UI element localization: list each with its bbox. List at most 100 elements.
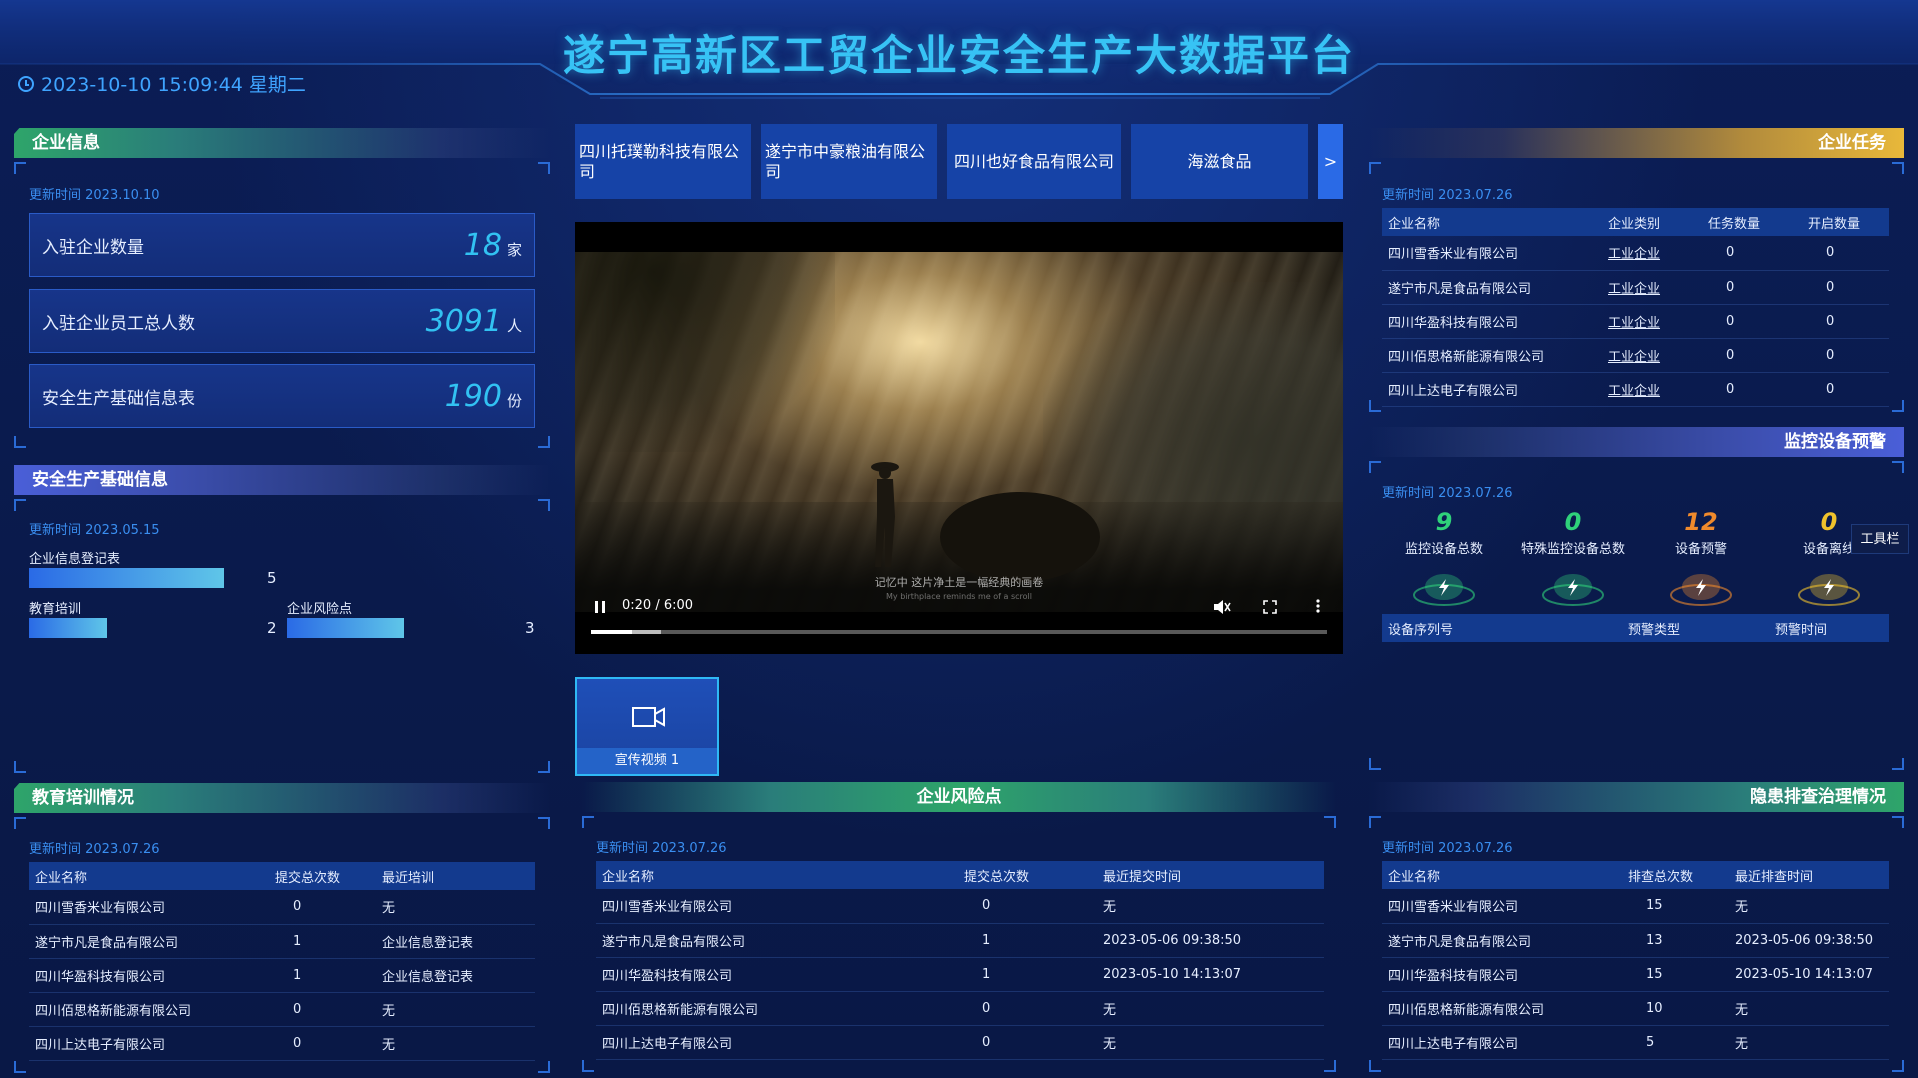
col-warning-time: 预警时间 xyxy=(1769,614,1889,642)
table-cell: 0 xyxy=(1802,236,1889,271)
table-row[interactable]: 四川华盈科技有限公司 15 2023-05-10 14:13:07 xyxy=(1382,957,1889,992)
tabs-next-button[interactable]: > xyxy=(1318,124,1343,199)
table-cell: 2023-05-10 14:13:07 xyxy=(1729,957,1889,992)
company-tab-3[interactable]: 四川也好食品有限公司 xyxy=(947,124,1121,199)
stat-unit: 家 xyxy=(506,240,522,259)
table-row[interactable]: 四川华盈科技有限公司 1 企业信息登记表 xyxy=(29,958,535,993)
table-row[interactable]: 四川雪香米业有限公司 0 无 xyxy=(596,889,1324,924)
table-row[interactable]: 四川上达电子有限公司 0 无 xyxy=(596,1025,1324,1060)
table-cell[interactable]: 工业企业 xyxy=(1602,338,1702,373)
fullscreen-icon[interactable] xyxy=(1263,600,1277,614)
bar-label-education: 教育培训 xyxy=(29,602,82,617)
hazard-title: 隐患排查治理情况 xyxy=(1369,782,1904,812)
table-cell: 0 xyxy=(269,992,376,1027)
table-cell: 四川佰思格新能源有限公司 xyxy=(29,992,269,1027)
table-row[interactable]: 四川华盈科技有限公司 工业企业 0 0 xyxy=(1382,304,1889,339)
video-thumbnail-1[interactable]: 宣传视频 1 xyxy=(575,677,719,776)
col-device-serial: 设备序列号 xyxy=(1382,614,1622,642)
datetime-text: 2023-10-10 15:09:44 星期二 xyxy=(41,74,306,96)
table-row[interactable]: 四川佰思格新能源有限公司 10 无 xyxy=(1382,991,1889,1026)
bar-risk[interactable] xyxy=(287,618,404,638)
hazard-panel: 隐患排查治理情况 更新时间 2023.07.26 企业名称 排查总次数 最近排查… xyxy=(1369,782,1904,1072)
table-row[interactable]: 四川华盈科技有限公司 1 2023-05-10 14:13:07 xyxy=(596,957,1324,992)
video-progress-bar[interactable] xyxy=(591,630,1327,634)
table-cell[interactable]: 工业企业 xyxy=(1602,372,1702,407)
more-options-icon[interactable] xyxy=(1315,598,1321,614)
stat-label: 入驻企业员工总人数 xyxy=(42,313,195,334)
company-tab-1[interactable]: 四川托璞勒科技有限公司 xyxy=(575,124,751,199)
table-row[interactable]: 四川佰思格新能源有限公司 0 无 xyxy=(29,992,535,1027)
table-cell: 遂宁市凡是食品有限公司 xyxy=(1382,923,1622,958)
table-row[interactable]: 四川雪香米业有限公司 15 无 xyxy=(1382,889,1889,924)
col-task-count: 任务数量 xyxy=(1702,208,1802,236)
pause-icon[interactable] xyxy=(593,600,607,614)
education-title: 教育培训情况 xyxy=(14,783,550,813)
stat-card-safety-forms[interactable]: 安全生产基础信息表 190 份 xyxy=(29,364,535,428)
table-cell[interactable]: 工业企业 xyxy=(1602,236,1702,271)
bar-label-risk: 企业风险点 xyxy=(287,602,353,617)
monitor-device-icon xyxy=(1798,574,1860,606)
bar-value-education: 2 xyxy=(267,619,277,637)
table-row[interactable]: 四川雪香米业有限公司 工业企业 0 0 xyxy=(1382,236,1889,271)
table-cell: 0 xyxy=(1802,372,1889,407)
monitor-stat[interactable]: 9 监控设备总数 xyxy=(1380,508,1508,607)
table-row[interactable]: 遂宁市凡是食品有限公司 1 2023-05-06 09:38:50 xyxy=(596,923,1324,958)
video-subtitle: 记忆中 这片净土是一幅经典的画卷 xyxy=(874,576,1044,589)
company-tab-4[interactable]: 海滋食品 xyxy=(1131,124,1308,199)
enterprise-info-title: 企业信息 xyxy=(14,128,550,158)
monitor-stat-label: 监控设备总数 xyxy=(1404,542,1483,557)
table-cell: 13 xyxy=(1622,923,1729,958)
table-cell: 0 xyxy=(958,991,1097,1026)
toolbar-tag[interactable]: 工具栏 xyxy=(1851,524,1909,554)
bar-registration[interactable] xyxy=(29,568,224,588)
col-open-count: 开启数量 xyxy=(1802,208,1889,236)
table-cell[interactable]: 工业企业 xyxy=(1602,270,1702,305)
monitor-stat[interactable]: 0 特殊监控设备总数 xyxy=(1509,508,1637,607)
table-row[interactable]: 遂宁市凡是食品有限公司 13 2023-05-06 09:38:50 xyxy=(1382,923,1889,958)
table-row[interactable]: 四川上达电子有限公司 工业企业 0 0 xyxy=(1382,372,1889,407)
monitor-stat[interactable]: 12 设备预警 xyxy=(1637,508,1765,607)
table-cell: 1 xyxy=(269,924,376,959)
table-cell: 无 xyxy=(376,890,535,925)
company-tab-2[interactable]: 遂宁市中豪粮油有限公司 xyxy=(761,124,937,199)
stat-card-enterprise-count[interactable]: 入驻企业数量 18 家 xyxy=(29,213,535,277)
datetime: 2023-10-10 15:09:44 星期二 xyxy=(18,70,306,97)
updated-time: 更新时间 2023.07.26 xyxy=(1382,486,1513,501)
table-cell: 四川上达电子有限公司 xyxy=(1382,1025,1622,1060)
table-cell: 2023-05-10 14:13:07 xyxy=(1097,957,1324,992)
table-cell: 四川雪香米业有限公司 xyxy=(1382,889,1622,924)
bar-label-registration: 企业信息登记表 xyxy=(29,552,121,567)
table-row[interactable]: 四川雪香米业有限公司 0 无 xyxy=(29,890,535,925)
stat-label: 入驻企业数量 xyxy=(42,237,144,258)
table-cell: 15 xyxy=(1622,957,1729,992)
safety-basic-title: 安全生产基础信息 xyxy=(14,465,550,495)
table-cell: 0 xyxy=(958,1025,1097,1060)
video-player[interactable]: 记忆中 这片净土是一幅经典的画卷 My birthplace reminds m… xyxy=(575,222,1343,654)
col-submit-count: 提交总次数 xyxy=(269,862,376,890)
table-cell: 遂宁市凡是食品有限公司 xyxy=(596,923,958,958)
updated-time: 更新时间 2023.10.10 xyxy=(29,188,160,203)
mute-icon[interactable] xyxy=(1213,599,1231,615)
monitor-stat[interactable]: 0 设备离线 xyxy=(1765,508,1893,607)
video-progress-fill xyxy=(591,630,632,634)
stat-label: 安全生产基础信息表 xyxy=(42,388,195,409)
table-row[interactable]: 遂宁市凡是食品有限公司 工业企业 0 0 xyxy=(1382,270,1889,305)
table-row[interactable]: 四川上达电子有限公司 5 无 xyxy=(1382,1025,1889,1060)
table-cell: 企业信息登记表 xyxy=(376,958,535,993)
table-cell: 2023-05-06 09:38:50 xyxy=(1729,923,1889,958)
hazard-table: 企业名称 排查总次数 最近排查时间 四川雪香米业有限公司 15 无遂宁市凡是食品有限… xyxy=(1382,861,1889,1060)
col-company: 企业名称 xyxy=(1382,208,1602,236)
table-cell[interactable]: 工业企业 xyxy=(1602,304,1702,339)
table-cell: 企业信息登记表 xyxy=(376,924,535,959)
col-check-count: 排查总次数 xyxy=(1622,861,1729,889)
bar-education[interactable] xyxy=(29,618,107,638)
enterprise-tasks-title: 企业任务 xyxy=(1369,128,1904,158)
stat-card-employee-count[interactable]: 入驻企业员工总人数 3091 人 xyxy=(29,289,535,353)
table-row[interactable]: 遂宁市凡是食品有限公司 1 企业信息登记表 xyxy=(29,924,535,959)
table-row[interactable]: 四川佰思格新能源有限公司 工业企业 0 0 xyxy=(1382,338,1889,373)
table-row[interactable]: 四川佰思格新能源有限公司 0 无 xyxy=(596,991,1324,1026)
table-row[interactable]: 四川上达电子有限公司 0 无 xyxy=(29,1026,535,1061)
enterprise-tasks-panel: 企业任务 更新时间 2023.07.26 企业名称 企业类别 任务数量 开启数量… xyxy=(1369,128,1904,412)
table-cell: 无 xyxy=(376,1026,535,1061)
education-table: 企业名称 提交总次数 最近培训 四川雪香米业有限公司 0 无遂宁市凡是食品有限公司 1… xyxy=(29,862,535,1061)
